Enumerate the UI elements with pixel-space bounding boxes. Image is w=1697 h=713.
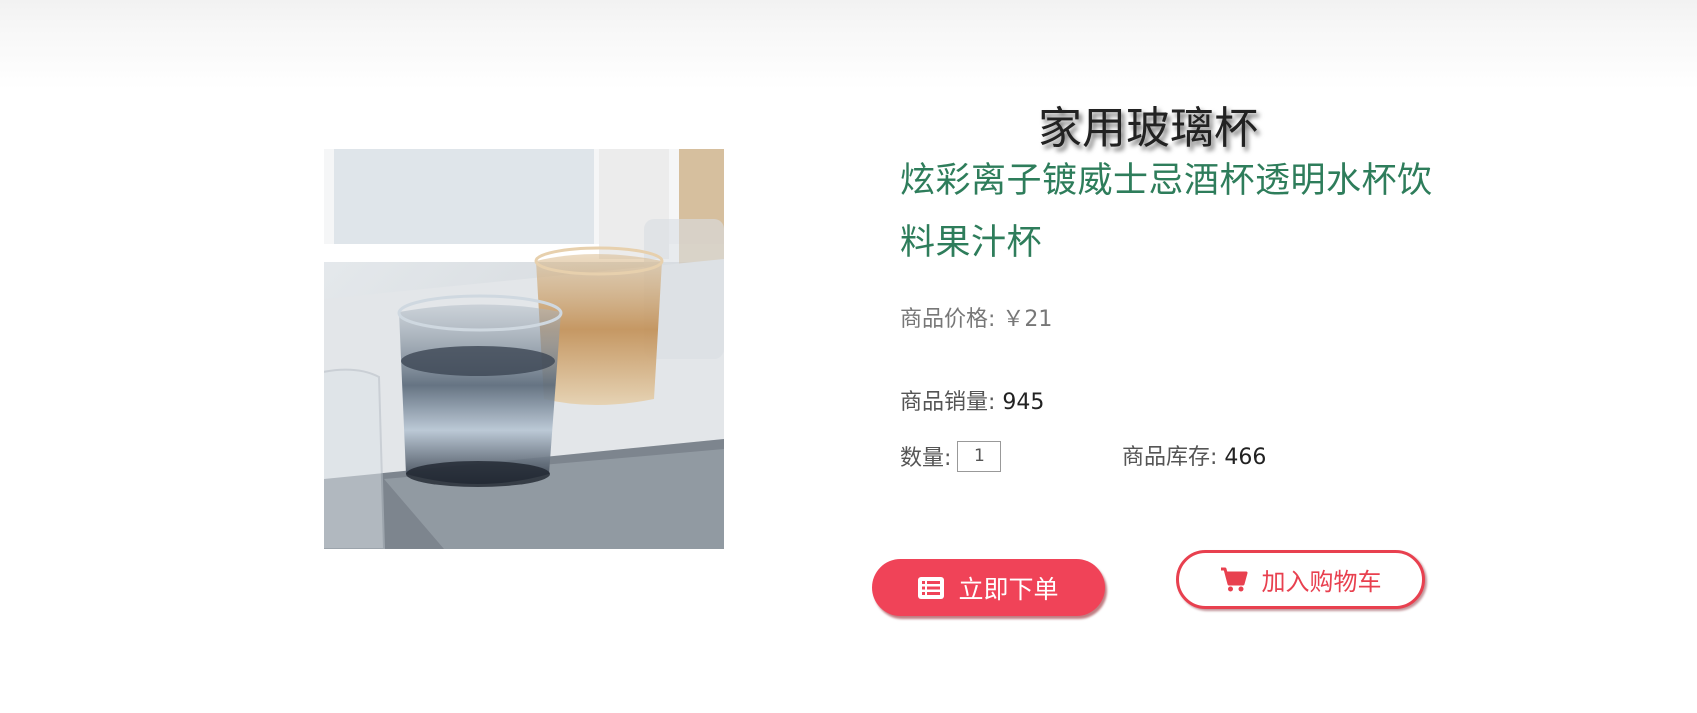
- top-header-band: [0, 0, 1697, 90]
- price-value: ￥21: [1002, 307, 1053, 332]
- order-now-button[interactable]: 立即下单: [872, 559, 1105, 616]
- add-to-cart-button[interactable]: 加入购物车: [1176, 550, 1425, 609]
- product-description: 炫彩离子镀威士忌酒杯透明水杯饮料果汁杯: [900, 161, 1433, 263]
- add-to-cart-label: 加入购物车: [1261, 568, 1382, 596]
- list-icon: [918, 576, 945, 599]
- stock-value: 466: [1224, 445, 1267, 470]
- sales-value: 945: [1002, 390, 1045, 415]
- quantity-label: 数量:: [900, 446, 952, 471]
- quantity-row: 数量:: [900, 440, 1002, 472]
- product-image: [324, 149, 724, 549]
- quantity-input[interactable]: [957, 440, 1002, 472]
- sales-row: 商品销量: 945: [900, 384, 1044, 416]
- price-label: 商品价格:: [900, 307, 996, 332]
- product-title: 家用玻璃杯: [1038, 103, 1258, 154]
- stock-label: 商品库存:: [1122, 445, 1218, 470]
- shopping-cart-icon: [1220, 567, 1248, 593]
- sales-label: 商品销量:: [900, 390, 996, 415]
- price-row: 商品价格: ￥21: [900, 301, 1052, 333]
- stock-row: 商品库存: 466: [1122, 439, 1266, 471]
- order-now-label: 立即下单: [958, 574, 1059, 604]
